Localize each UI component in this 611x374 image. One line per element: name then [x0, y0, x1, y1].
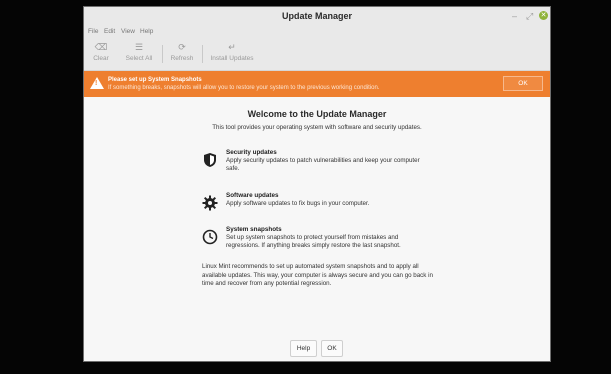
welcome-content: Welcome to the Update Manager This tool … [84, 97, 550, 361]
select-all-icon: ☰ [134, 42, 144, 52]
warning-mark: ! [95, 80, 98, 87]
update-manager-window: Update Manager – ⤢ ✕ File Edit View Help… [83, 6, 551, 362]
menu-bar: File Edit View Help [84, 27, 550, 39]
clear-label: Clear [93, 55, 109, 62]
recommendation-text: Linux Mint recommends to set up automate… [202, 263, 433, 287]
snapshot-warning-banner: ! Please set up System Snapshots If some… [84, 71, 550, 97]
toolbar-separator [162, 45, 163, 63]
clear-icon: ⌫ [94, 42, 108, 52]
feature-description: Apply software updates to fix bugs in yo… [226, 200, 370, 207]
close-icon[interactable]: ✕ [539, 11, 548, 20]
clock-icon [202, 229, 218, 245]
title-bar: Update Manager – ⤢ ✕ [84, 7, 550, 28]
refresh-icon: ⟳ [178, 42, 186, 52]
refresh-button[interactable]: ⟳ Refresh [169, 42, 195, 68]
install-updates-button[interactable]: ↵ Install Updates [208, 42, 256, 68]
select-all-button[interactable]: ☰ Select All [122, 42, 156, 68]
ok-button[interactable]: OK [321, 340, 343, 357]
gear-icon [202, 195, 218, 211]
banner-title: Please set up System Snapshots [108, 77, 202, 83]
feature-title: Security updates [226, 149, 277, 156]
welcome-subtitle: This tool provides your operating system… [212, 124, 422, 131]
help-button[interactable]: Help [290, 340, 317, 357]
menu-help[interactable]: Help [140, 28, 153, 35]
refresh-label: Refresh [170, 55, 194, 62]
install-updates-label: Install Updates [210, 55, 254, 62]
install-icon: ↵ [228, 42, 236, 52]
toolbar-separator [202, 45, 203, 63]
select-all-label: Select All [125, 55, 153, 62]
shield-icon [204, 153, 216, 167]
menu-edit[interactable]: Edit [104, 28, 115, 35]
welcome-title: Welcome to the Update Manager [247, 109, 387, 119]
feature-description: Apply security updates to patch vulnerab… [226, 157, 420, 172]
clear-button[interactable]: ⌫ Clear [90, 42, 112, 68]
banner-ok-button[interactable]: OK [503, 76, 543, 91]
window-title: Update Manager [281, 11, 352, 21]
toolbar: ⌫ Clear ☰ Select All ⟳ Refresh ↵ Install… [84, 39, 550, 71]
maximize-icon[interactable]: ⤢ [526, 11, 533, 21]
feature-title: Software updates [226, 192, 279, 199]
feature-description: Set up system snapshots to protect yours… [226, 234, 401, 249]
banner-description: If something breaks, snapshots will allo… [108, 85, 380, 91]
menu-view[interactable]: View [121, 28, 135, 35]
menu-file[interactable]: File [88, 28, 98, 35]
minimize-icon[interactable]: – [512, 11, 517, 21]
feature-title: System snapshots [226, 226, 282, 233]
